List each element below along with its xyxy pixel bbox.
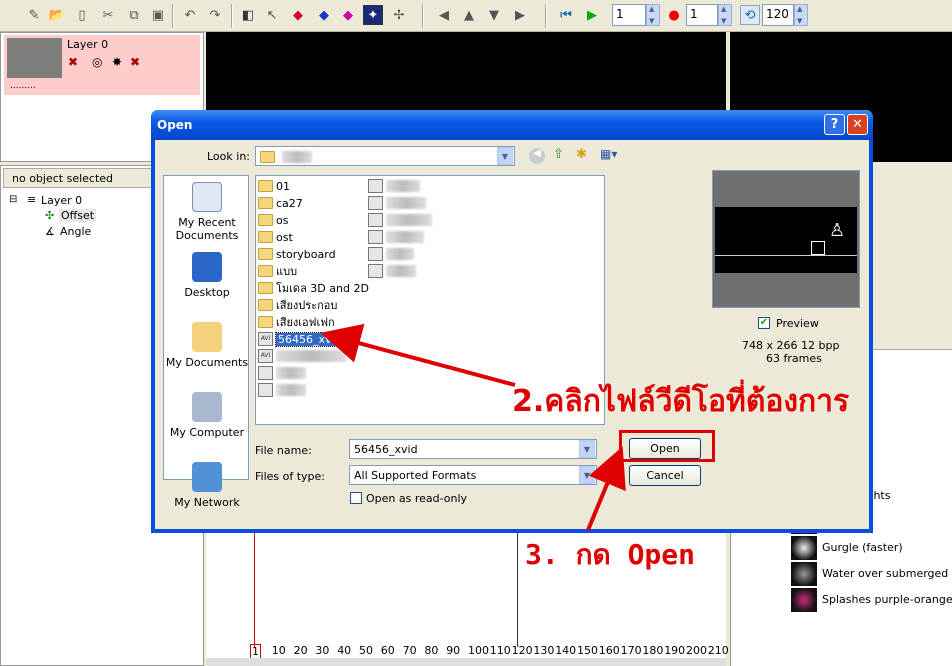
- step2-annotation: 2.คลิกไฟล์วีดีโอที่ต้องการ: [512, 384, 850, 419]
- arrow-to-open: [586, 446, 626, 531]
- annotation-arrows: [320, 323, 626, 531]
- step3-annotation: 3. กด Open: [525, 538, 695, 571]
- arrow-to-file: [320, 323, 516, 387]
